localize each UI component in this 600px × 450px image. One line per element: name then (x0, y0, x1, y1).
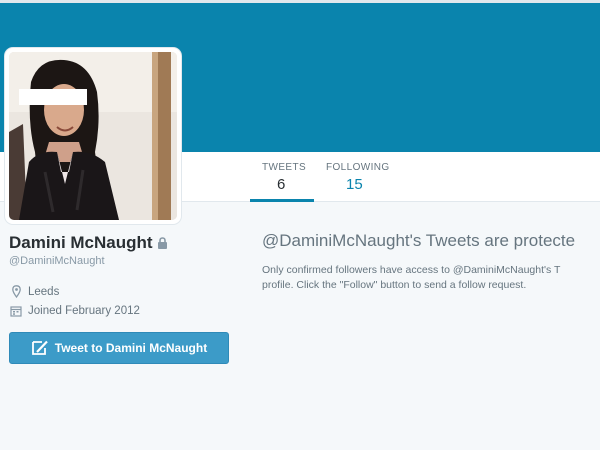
protected-body-line-1: Only confirmed followers have access to … (262, 264, 561, 276)
compose-icon (31, 340, 49, 356)
protected-body-line-2: profile. Click the "Follow" button to se… (262, 279, 527, 291)
joined-row: Joined February 2012 (9, 305, 140, 317)
location-text: Leeds (28, 285, 60, 298)
map-pin-icon (9, 285, 23, 298)
calendar-icon (9, 305, 23, 317)
screen-name[interactable]: @DaminiMcNaught (9, 255, 105, 267)
avatar[interactable] (5, 48, 181, 224)
protected-body: Only confirmed followers have access to … (262, 263, 600, 293)
active-tab-indicator (250, 199, 314, 202)
censor-bar (19, 89, 87, 105)
avatar-photo (9, 52, 177, 220)
tweet-to-button[interactable]: Tweet to Damini McNaught (9, 332, 229, 364)
profile-name-row: Damini McNaught (9, 233, 168, 254)
tab-following-label: FOLLOWING (326, 162, 390, 173)
location-row: Leeds (9, 285, 59, 298)
tab-tweets[interactable]: TWEETS 6 (250, 152, 314, 202)
tab-tweets-label: TWEETS (262, 162, 307, 173)
lock-icon (157, 234, 168, 254)
tweet-to-label: Tweet to Damini McNaught (54, 341, 208, 355)
tab-following-count: 15 (346, 176, 363, 193)
profile-name[interactable]: Damini McNaught (9, 233, 153, 252)
tab-tweets-count: 6 (277, 176, 286, 193)
tab-following[interactable]: FOLLOWING 15 (314, 152, 398, 202)
joined-text: Joined February 2012 (28, 305, 140, 317)
protected-title: @DaminiMcNaught's Tweets are protecte (262, 231, 576, 250)
